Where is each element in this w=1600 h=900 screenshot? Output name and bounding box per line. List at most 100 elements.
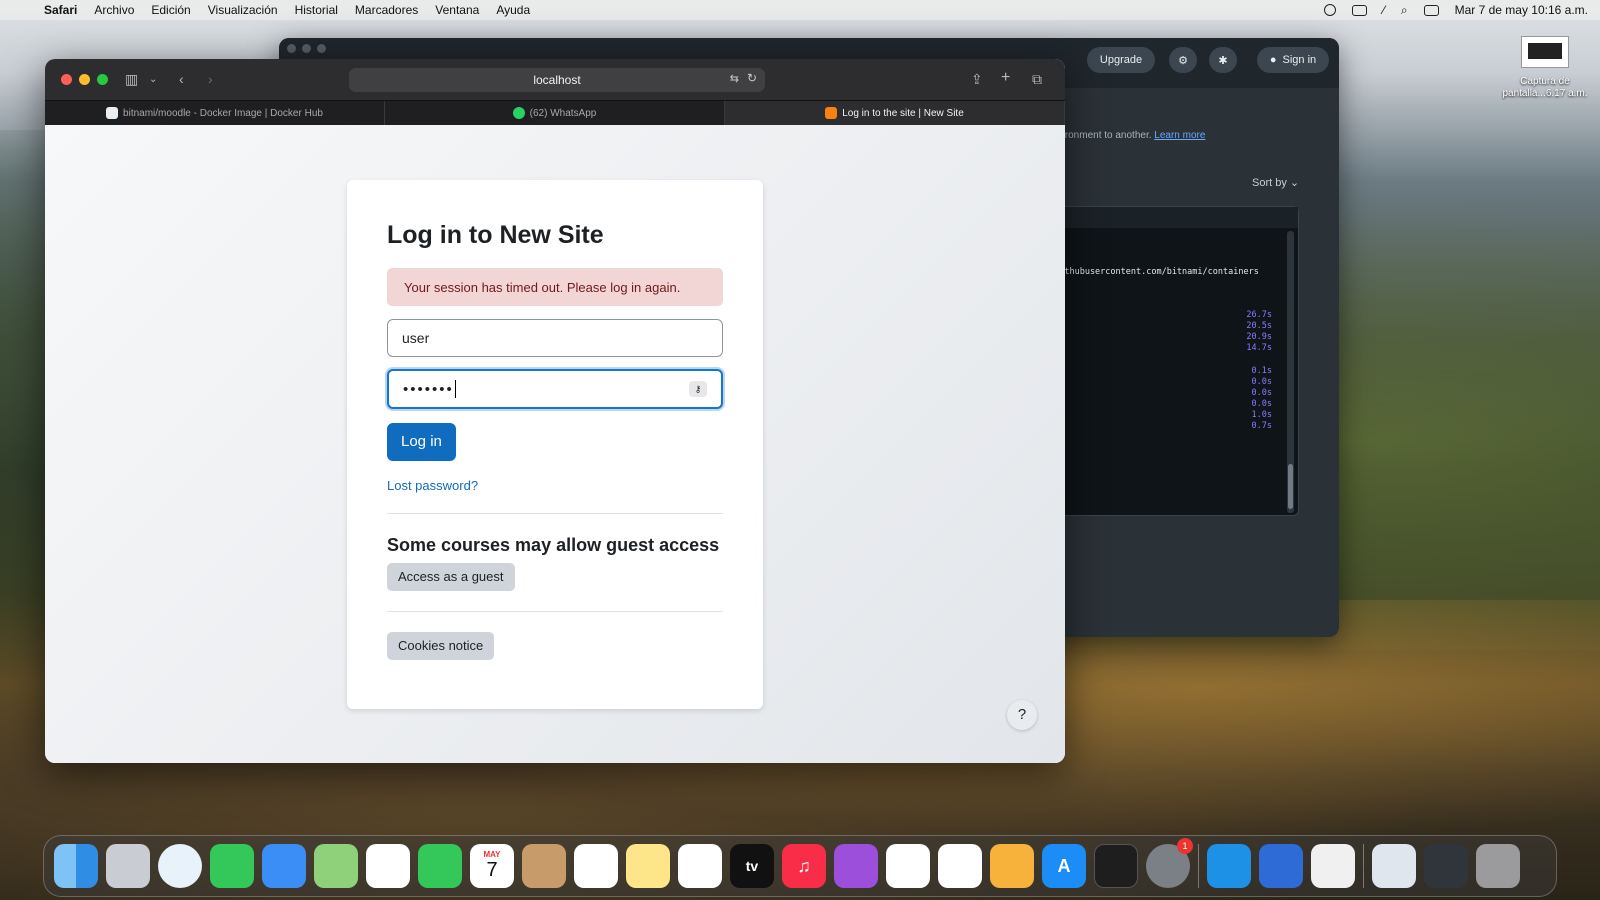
timing-value: 0.1s	[1251, 366, 1272, 376]
control-center-icon[interactable]	[1423, 4, 1439, 16]
freeform-icon[interactable]	[678, 844, 722, 888]
close-window-button[interactable]	[61, 74, 72, 85]
terminal-scrollbar-thumb[interactable]	[1288, 464, 1293, 509]
terminal-header: 24	[1045, 207, 1298, 228]
menu-ayuda[interactable]: Ayuda	[496, 3, 530, 17]
login-button[interactable]: Log in	[387, 423, 456, 461]
menu-historial[interactable]: Historial	[295, 3, 338, 17]
whatsapp-favicon-icon	[512, 107, 525, 119]
photos-icon[interactable]	[366, 844, 410, 888]
docker-window-controls	[287, 44, 326, 53]
menubar-clock[interactable]: Mar 7 de may 10:16 a.m.	[1455, 3, 1588, 17]
zoom-window-button[interactable]	[97, 74, 108, 85]
notes-icon[interactable]	[626, 844, 670, 888]
status-tray-icon[interactable]	[1323, 4, 1336, 16]
dock-separator	[1198, 844, 1199, 888]
podcasts-icon[interactable]	[834, 844, 878, 888]
docker-sign-in-button[interactable]: ● Sign in	[1257, 47, 1329, 73]
back-arrow-icon[interactable]: ‹	[179, 71, 184, 87]
tab-moodle-login[interactable]: Log in to the site | New Site	[725, 101, 1065, 125]
moodle-favicon-icon	[825, 107, 838, 119]
share-icon[interactable]: ⇪	[971, 71, 983, 88]
desktop-file-label: Captura de pantalla...6.17 a.m.	[1502, 76, 1588, 99]
contacts-icon[interactable]	[522, 844, 566, 888]
desktop-screenshot-file[interactable]: Captura de pantalla...6.17 a.m.	[1490, 36, 1600, 100]
trash-icon[interactable]	[1476, 844, 1520, 888]
divider	[387, 611, 723, 612]
menu-ventana[interactable]: Ventana	[435, 3, 479, 17]
xcode-icon[interactable]	[1259, 844, 1303, 888]
launchpad-icon[interactable]	[106, 844, 150, 888]
address-bar[interactable]: localhost ⇆ ↻	[349, 68, 765, 92]
timing-value: 0.7s	[1251, 421, 1272, 431]
docker-learn-more-link[interactable]: Learn more	[1154, 130, 1205, 141]
menu-app-name[interactable]: Safari	[44, 3, 77, 17]
keynote-icon[interactable]	[886, 844, 930, 888]
recent-screenshot-icon[interactable]	[1424, 844, 1468, 888]
facetime-icon[interactable]	[418, 844, 462, 888]
password-mask: •••••••	[403, 380, 454, 398]
docker-sign-in-label: Sign in	[1282, 54, 1317, 66]
screen-mirroring-icon[interactable]	[1351, 4, 1367, 16]
tab-overview-icon[interactable]: ⧉	[1032, 71, 1042, 88]
tab-whatsapp[interactable]: (62) WhatsApp	[385, 101, 725, 125]
docker-settings-gear-icon[interactable]: ⚙	[1169, 47, 1197, 73]
safari-icon[interactable]	[158, 844, 202, 888]
spotlight-search-icon[interactable]: ⌕	[1401, 3, 1408, 18]
docker-terminal-log[interactable]: 24 .githubusercontent.com/bitnami/contai…	[1044, 206, 1299, 516]
timing-value: 26.7s	[1246, 310, 1272, 320]
wifi-off-icon[interactable]: ⁄	[1383, 3, 1385, 17]
timing-value: 1.0s	[1251, 410, 1272, 420]
translate-icon[interactable]: ⇆	[730, 72, 739, 85]
finder-icon[interactable]	[54, 844, 98, 888]
text-caret	[454, 380, 456, 398]
music-icon[interactable]: ♫	[782, 844, 826, 888]
menu-marcadores[interactable]: Marcadores	[355, 3, 418, 17]
apple-tv-icon[interactable]: tv	[730, 844, 774, 888]
app-store-icon[interactable]: A	[1042, 844, 1086, 888]
help-button[interactable]: ?	[1007, 700, 1037, 730]
maps-icon[interactable]	[314, 844, 358, 888]
docker-sort-dropdown[interactable]: Sort by ⌄	[1252, 176, 1299, 189]
pages-icon[interactable]	[990, 844, 1034, 888]
numbers-icon[interactable]	[938, 844, 982, 888]
forward-arrow-icon[interactable]: ›	[208, 71, 213, 87]
username-field[interactable]: user	[387, 319, 723, 357]
safari-window[interactable]: ▥ ⌄ ‹ › localhost ⇆ ↻ ⇪ + ⧉ bitnami/mood…	[45, 59, 1065, 763]
timing-value: 20.5s	[1246, 321, 1272, 331]
docker-description: nvironment to another. Learn more	[1052, 130, 1205, 141]
docker-upgrade-button[interactable]: Upgrade	[1087, 47, 1155, 73]
new-tab-plus-icon[interactable]: +	[1001, 69, 1010, 87]
textedit-icon[interactable]	[1311, 844, 1355, 888]
password-field[interactable]: ••••••• ⚷	[387, 369, 723, 409]
menu-edicion[interactable]: Edición	[151, 3, 190, 17]
terminal-url-line: .githubusercontent.com/bitnami/container…	[1049, 267, 1259, 277]
calendar-month: MAY	[483, 850, 501, 859]
terminal-scrollbar[interactable]	[1287, 231, 1294, 513]
reminders-icon[interactable]	[574, 844, 618, 888]
chevron-down-icon[interactable]: ⌄	[149, 74, 157, 85]
guest-access-heading: Some courses may allow guest access	[387, 535, 720, 555]
reload-icon[interactable]: ↻	[747, 71, 757, 85]
docker-hub-favicon-icon	[106, 107, 119, 119]
guest-access-button[interactable]: Access as a guest	[387, 563, 515, 591]
sidebar-toggle-icon[interactable]: ▥	[125, 71, 138, 88]
menu-archivo[interactable]: Archivo	[94, 3, 134, 17]
timing-value: 0.0s	[1251, 388, 1272, 398]
login-card: Log in to New Site Your session has time…	[347, 180, 763, 709]
docker-troubleshoot-bug-icon[interactable]: ✱	[1209, 47, 1237, 73]
mail-icon[interactable]	[262, 844, 306, 888]
docker-icon[interactable]	[1207, 844, 1251, 888]
menu-visualizacion[interactable]: Visualización	[208, 3, 278, 17]
lost-password-link[interactable]: Lost password?	[387, 478, 723, 493]
downloads-folder-icon[interactable]	[1372, 844, 1416, 888]
messages-icon[interactable]	[210, 844, 254, 888]
calendar-icon[interactable]: MAY 7	[470, 844, 514, 888]
minimize-window-button[interactable]	[79, 74, 90, 85]
password-key-icon[interactable]: ⚷	[689, 381, 707, 397]
tab-docker-hub[interactable]: bitnami/moodle - Docker Image | Docker H…	[45, 101, 385, 125]
terminal-icon[interactable]	[1094, 844, 1138, 888]
timing-value: 20.9s	[1246, 332, 1272, 342]
system-settings-icon[interactable]: 1	[1146, 838, 1193, 888]
cookies-notice-button[interactable]: Cookies notice	[387, 632, 495, 660]
